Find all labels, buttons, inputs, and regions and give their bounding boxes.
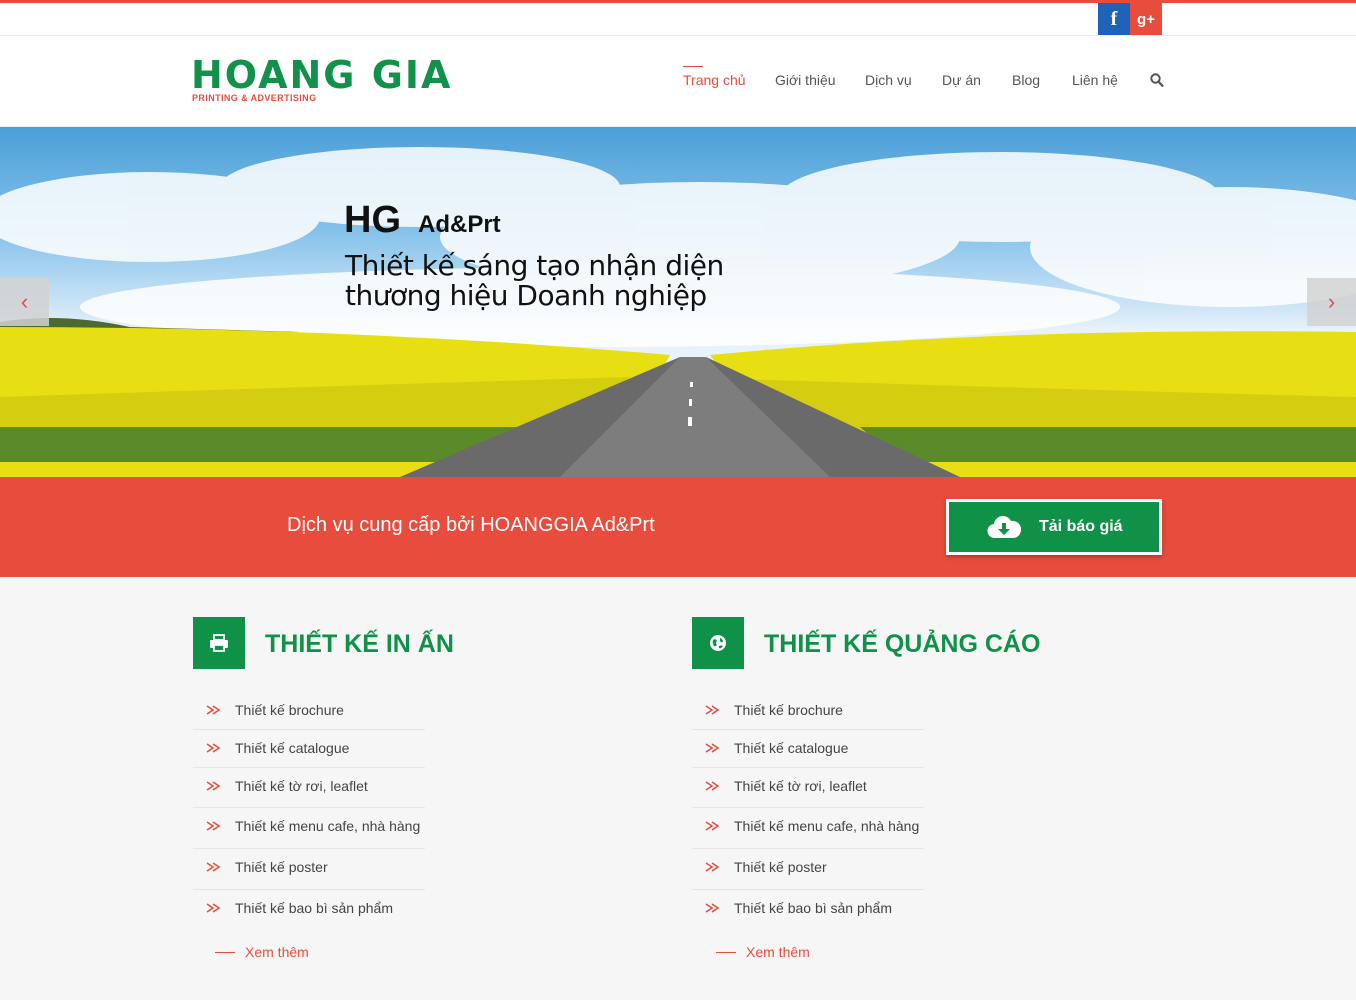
nav-item-blog[interactable]: Blog: [1012, 72, 1040, 88]
globe-icon: [692, 617, 744, 669]
chevron-right-icon: ›: [1327, 289, 1336, 314]
more-link-dash: [716, 952, 736, 953]
list-item[interactable]: Thiết kế bao bì sản phẩm: [692, 890, 924, 931]
hero-headline-line-1: Thiết kế sáng tạo nhận diện: [345, 249, 724, 282]
nav-item-about[interactable]: Giới thiệu: [775, 72, 836, 88]
hero-slider: HG Ad&Prt Thiết kế sáng tạo nhận diện th…: [0, 127, 1356, 477]
slider-prev-button[interactable]: ‹: [0, 278, 49, 326]
printer-icon: [193, 617, 245, 669]
search-icon[interactable]: [1150, 72, 1164, 88]
list-item[interactable]: Thiết kế menu cafe, nhà hàng: [193, 808, 425, 849]
top-bar: f g+: [0, 0, 1356, 36]
nav-item-services[interactable]: Dịch vụ: [865, 72, 912, 88]
list-item[interactable]: Thiết kế tờ rơi, leaflet: [692, 768, 924, 808]
hero-brand: HG: [344, 199, 401, 241]
list-item[interactable]: Thiết kế catalogue: [193, 730, 425, 768]
list-item[interactable]: Thiết kế poster: [692, 849, 924, 890]
download-quote-button[interactable]: Tải báo giá: [946, 499, 1162, 555]
list-item[interactable]: Thiết kế tờ rơi, leaflet: [193, 768, 425, 808]
nav-item-home[interactable]: Trang chủ: [683, 72, 746, 88]
nav-item-projects[interactable]: Dự án: [942, 72, 981, 88]
cloud-download-icon: [987, 514, 1022, 545]
download-quote-label: Tải báo giá: [1039, 518, 1123, 535]
list-item[interactable]: Thiết kế menu cafe, nhà hàng: [692, 808, 924, 849]
active-nav-indicator: [683, 66, 703, 67]
site-header: HOANG GIA PRINTING & ADVERTISING Trang c…: [0, 36, 1356, 127]
see-more-link-advertising[interactable]: Xem thêm: [746, 944, 810, 960]
google-plus-icon[interactable]: g+: [1130, 3, 1162, 35]
facebook-icon[interactable]: f: [1098, 3, 1130, 35]
chevron-left-icon: ‹: [20, 289, 29, 314]
list-item[interactable]: Thiết kế catalogue: [692, 730, 924, 768]
slider-next-button[interactable]: ›: [1307, 278, 1356, 326]
nav-item-contact[interactable]: Liên hệ: [1072, 72, 1118, 88]
hero-brand-suffix: Ad&Prt: [418, 211, 501, 238]
list-item[interactable]: Thiết kế bao bì sản phẩm: [193, 890, 425, 931]
logo-title[interactable]: HOANG GIA: [191, 56, 452, 94]
hero-headline-line-2: thương hiệu Doanh nghiệp: [345, 279, 707, 312]
cta-text: Dịch vụ cung cấp bởi HOANGGIA Ad&Prt: [287, 514, 655, 536]
service-title-print: THIẾT KẾ IN ẤN: [265, 630, 454, 658]
see-more-link-print[interactable]: Xem thêm: [245, 944, 309, 960]
service-title-advertising: THIẾT KẾ QUẢNG CÁO: [764, 630, 1041, 658]
list-item[interactable]: Thiết kế poster: [193, 849, 425, 890]
list-item[interactable]: Thiết kế brochure: [193, 692, 425, 730]
logo-subtitle: PRINTING & ADVERTISING: [192, 93, 317, 103]
list-item[interactable]: Thiết kế brochure: [692, 692, 924, 730]
more-link-dash: [215, 952, 235, 953]
cta-band: Dịch vụ cung cấp bởi HOANGGIA Ad&Prt Tải…: [0, 477, 1356, 577]
